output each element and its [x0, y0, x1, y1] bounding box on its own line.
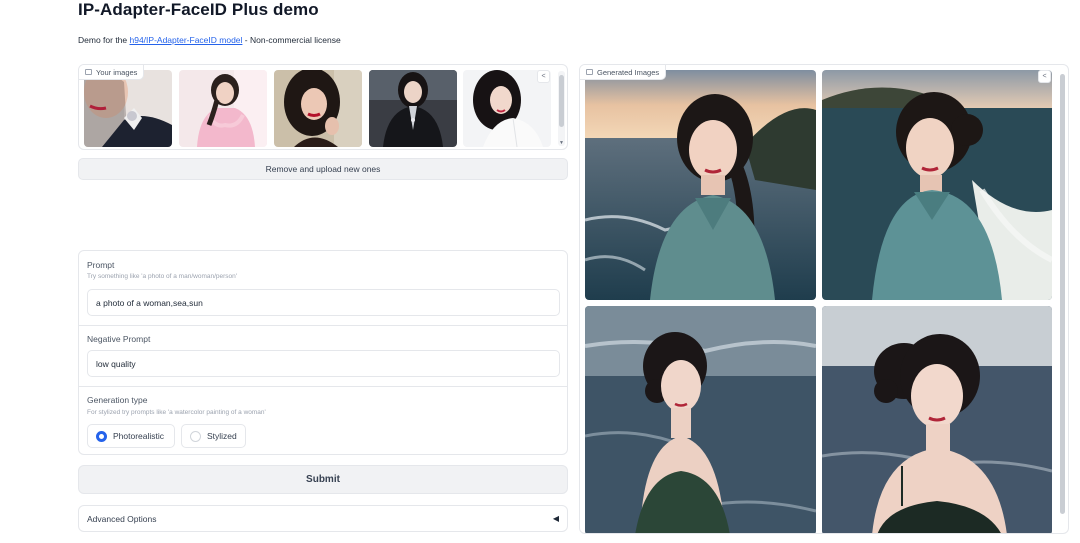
- advanced-options-accordion[interactable]: Advanced Options ◀: [78, 505, 568, 532]
- generated-images-label-text: Generated Images: [597, 67, 660, 77]
- generation-form: Prompt Try something like 'a photo of a …: [78, 250, 568, 455]
- your-images-gallery[interactable]: Your images < ▼: [78, 64, 568, 150]
- generated-image[interactable]: [822, 70, 1052, 300]
- prompt-section: Prompt Try something like 'a photo of a …: [79, 251, 567, 325]
- page-title: IP-Adapter-FaceID Plus demo: [78, 0, 319, 19]
- share-icon[interactable]: <: [537, 70, 550, 83]
- negative-prompt-label: Negative Prompt: [87, 334, 151, 344]
- scrollbar-thumb[interactable]: [1060, 74, 1065, 514]
- radio-photorealistic-label: Photorealistic: [113, 431, 165, 441]
- image-icon: [85, 69, 92, 75]
- prompt-input[interactable]: a photo of a woman,sea,sun: [87, 289, 560, 316]
- generation-type-label: Generation type: [87, 395, 148, 405]
- generated-images-gallery[interactable]: Generated Images <: [579, 64, 1069, 534]
- description-suffix: - Non-commercial license: [242, 35, 341, 45]
- your-images-label-text: Your images: [96, 67, 138, 77]
- description-prefix: Demo for the: [78, 35, 130, 45]
- negative-prompt-section: Negative Prompt low quality: [79, 325, 567, 386]
- uploaded-image-thumbnail[interactable]: [369, 70, 457, 147]
- radio-stylized[interactable]: Stylized: [181, 424, 246, 448]
- radio-checked-icon: [96, 430, 107, 442]
- negative-prompt-input[interactable]: low quality: [87, 350, 560, 377]
- model-link[interactable]: h94/IP-Adapter-FaceID model: [130, 35, 243, 45]
- prompt-info: Try something like 'a photo of a man/wom…: [87, 273, 238, 280]
- gallery-scrollbar[interactable]: [1058, 68, 1067, 530]
- your-images-label: Your images: [79, 65, 145, 80]
- scroll-down-arrow-icon[interactable]: ▼: [558, 140, 565, 146]
- share-icon[interactable]: <: [1038, 70, 1051, 83]
- scrollbar-thumb[interactable]: [559, 75, 564, 127]
- uploaded-image-thumbnail[interactable]: [84, 70, 172, 147]
- prompt-label: Prompt: [87, 260, 115, 270]
- radio-stylized-label: Stylized: [207, 431, 237, 441]
- description: Demo for the h94/IP-Adapter-FaceID model…: [78, 35, 341, 45]
- remove-upload-button[interactable]: Remove and upload new ones: [78, 158, 568, 180]
- submit-button[interactable]: Submit: [78, 465, 568, 494]
- generated-image[interactable]: [585, 306, 816, 533]
- collapse-triangle-icon[interactable]: ◀: [553, 514, 559, 523]
- generation-type-info: For stylized try prompts like 'a waterco…: [87, 409, 266, 416]
- advanced-options-label: Advanced Options: [87, 513, 157, 524]
- radio-photorealistic[interactable]: Photorealistic: [87, 424, 175, 448]
- image-icon: [586, 69, 593, 75]
- generated-images-label: Generated Images: [580, 65, 667, 80]
- gallery-scrollbar[interactable]: ▼: [558, 71, 565, 146]
- uploaded-image-thumbnail[interactable]: [179, 70, 267, 147]
- generated-image[interactable]: [585, 70, 816, 300]
- uploaded-image-thumbnail[interactable]: [274, 70, 362, 147]
- generated-image[interactable]: [822, 306, 1052, 533]
- radio-unchecked-icon: [190, 430, 201, 442]
